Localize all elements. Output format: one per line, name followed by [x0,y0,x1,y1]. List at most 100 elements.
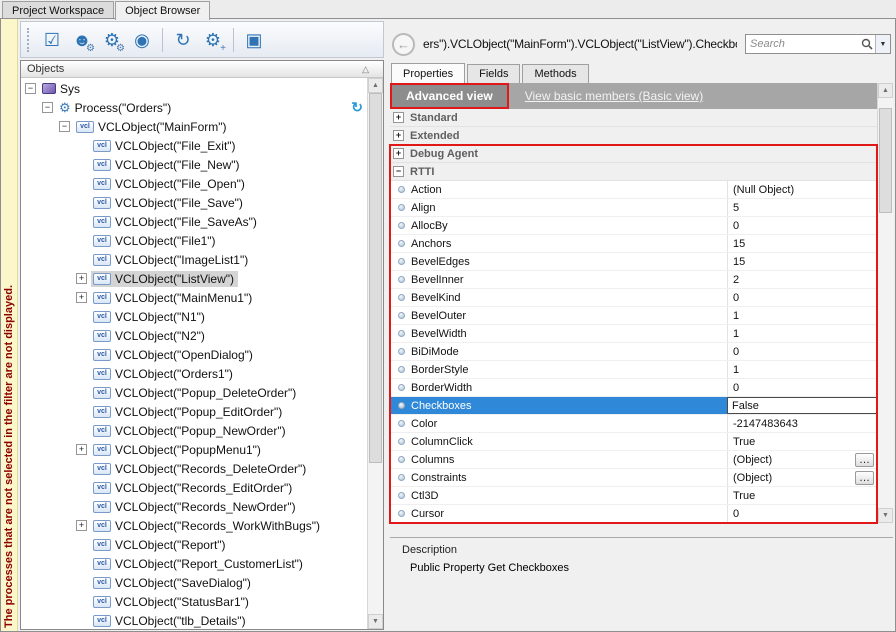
ellipsis-button[interactable]: … [855,471,874,485]
tree-item[interactable]: vclVCLObject("Orders1") [21,364,367,383]
property-value-cell[interactable]: 0 [727,379,877,396]
category-row-extended[interactable]: +Extended [390,127,877,145]
tree-item[interactable]: vclVCLObject("tlb_Details") [21,611,367,629]
tab-methods[interactable]: Methods [522,64,588,83]
tree-item[interactable]: vclVCLObject("File_Save") [21,193,367,212]
scrollbar-track[interactable] [878,98,893,508]
property-row[interactable]: AllocBy0 [390,217,877,235]
property-value-cell[interactable]: 15 [727,253,877,270]
objects-header[interactable]: Objects △ [21,61,383,78]
property-name-cell[interactable]: Constraints [390,469,727,486]
tree-item[interactable]: vclVCLObject("SaveDialog") [21,573,367,592]
property-row[interactable]: Align5 [390,199,877,217]
property-value-cell[interactable]: 5 [727,199,877,216]
property-row[interactable]: BorderWidth0 [390,379,877,397]
property-value-cell[interactable]: 0 [727,343,877,360]
tree-item[interactable]: vclVCLObject("Records_NewOrder") [21,497,367,516]
tools-button[interactable]: ⚙+ [198,25,228,55]
basic-view-link[interactable]: View basic members (Basic view) [525,89,704,103]
collapse-minus-icon[interactable]: − [59,121,70,132]
property-row[interactable]: BevelKind0 [390,289,877,307]
scroll-up-icon[interactable]: ▲ [368,78,383,93]
category-row-rtti[interactable]: −RTTI [390,163,877,181]
tree-item[interactable]: +vclVCLObject("PopupMenu1") [21,440,367,459]
property-value-cell[interactable]: 15 [727,235,877,252]
tree-item[interactable]: +vclVCLObject("MainMenu1") [21,288,367,307]
property-name-cell[interactable]: BevelWidth [390,325,727,342]
tab-fields[interactable]: Fields [467,64,520,83]
property-name-cell[interactable]: BevelEdges [390,253,727,270]
tree-item[interactable]: vclVCLObject("N2") [21,326,367,345]
property-name-cell[interactable]: BevelOuter [390,307,727,324]
expand-plus-icon[interactable]: + [393,148,404,159]
property-value-cell[interactable]: 1 [727,361,877,378]
sort-ascending-icon[interactable]: △ [362,64,369,75]
search-icon[interactable] [859,38,875,50]
tree-item[interactable]: vclVCLObject("Records_DeleteOrder") [21,459,367,478]
tree-item[interactable]: vclVCLObject("Report") [21,535,367,554]
property-row[interactable]: Constraints(Object)… [390,469,877,487]
scrollbar-thumb[interactable] [369,93,382,463]
property-row[interactable]: ColumnClickTrue [390,433,877,451]
property-row[interactable]: Cursor0 [390,505,877,523]
collapse-minus-icon[interactable]: − [42,102,53,113]
advanced-view-button[interactable]: Advanced view [390,83,509,109]
property-name-cell[interactable]: Align [390,199,727,216]
property-name-cell[interactable]: Checkboxes [390,397,727,414]
property-name-cell[interactable]: Cursor [390,505,727,522]
tree-item[interactable]: vclVCLObject("File1") [21,231,367,250]
window-tab-project-workspace[interactable]: Project Workspace [2,1,114,19]
tree-item[interactable]: −⚙Process("Orders")↻ [21,98,367,117]
expand-plus-icon[interactable]: + [393,130,404,141]
property-name-cell[interactable]: BorderWidth [390,379,727,396]
property-value-cell[interactable]: True [727,433,877,450]
tree-item[interactable]: vclVCLObject("Report_CustomerList") [21,554,367,573]
scroll-down-icon[interactable]: ▼ [368,614,383,629]
property-name-cell[interactable]: BorderStyle [390,361,727,378]
property-name-cell[interactable]: Anchors [390,235,727,252]
property-row[interactable]: BevelWidth1 [390,325,877,343]
property-value-cell[interactable]: 0 [727,505,877,522]
property-value-cell[interactable]: 0 [727,289,877,306]
property-value-cell[interactable]: 0 [727,217,877,234]
map-object-button[interactable]: ☻⚙ [67,25,97,55]
property-value-cell[interactable]: (Object)… [727,469,877,486]
property-value-cell[interactable]: -2147483643 [727,415,877,432]
property-name-cell[interactable]: Color [390,415,727,432]
select-panels-button[interactable]: ▣ [239,25,269,55]
tree-item[interactable]: +vclVCLObject("Records_WorkWithBugs") [21,516,367,535]
property-name-cell[interactable]: AllocBy [390,217,727,234]
property-value-cell[interactable]: 1 [727,325,877,342]
collapse-minus-icon[interactable]: − [393,166,404,177]
scroll-up-icon[interactable]: ▲ [878,83,893,98]
tree-item[interactable]: −Sys [21,79,367,98]
property-name-cell[interactable]: BevelInner [390,271,727,288]
refresh-button[interactable]: ↻ [168,25,198,55]
tab-properties[interactable]: Properties [391,63,465,83]
tree-item[interactable]: vclVCLObject("Popup_DeleteOrder") [21,383,367,402]
property-value-cell[interactable]: False [727,397,877,414]
scrollbar-track[interactable] [368,93,383,614]
property-row[interactable]: Columns(Object)… [390,451,877,469]
tree-item[interactable]: vclVCLObject("Records_EditOrder") [21,478,367,497]
expand-plus-icon[interactable]: + [76,273,87,284]
scroll-down-icon[interactable]: ▼ [878,508,893,523]
tree-item[interactable]: vclVCLObject("Popup_NewOrder") [21,421,367,440]
property-value-cell[interactable]: (Object)… [727,451,877,468]
search-input[interactable] [746,38,859,50]
tree-item[interactable]: vclVCLObject("ImageList1") [21,250,367,269]
tree-item[interactable]: vclVCLObject("File_New") [21,155,367,174]
view-object-button[interactable]: ◉ [127,25,157,55]
property-value-cell[interactable]: True [727,487,877,504]
property-value-cell[interactable]: (Null Object) [727,181,877,198]
property-name-cell[interactable]: Action [390,181,727,198]
property-name-cell[interactable]: Ctl3D [390,487,727,504]
property-value-cell[interactable]: 1 [727,307,877,324]
category-row-standard[interactable]: +Standard [390,109,877,127]
scrollbar-thumb[interactable] [879,108,892,213]
tree-scrollbar[interactable]: ▲ ▼ [367,78,383,629]
property-value-cell[interactable]: 2 [727,271,877,288]
property-row[interactable]: BorderStyle1 [390,361,877,379]
property-row[interactable]: BevelOuter1 [390,307,877,325]
property-row[interactable]: BevelEdges15 [390,253,877,271]
